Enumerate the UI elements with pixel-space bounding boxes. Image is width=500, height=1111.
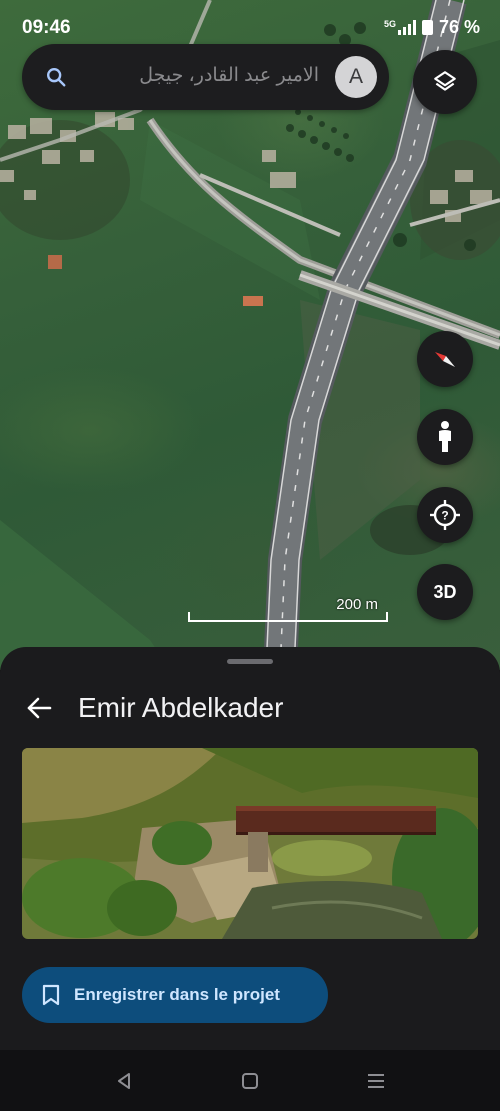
map-scale: 200 m — [188, 596, 388, 626]
search-input[interactable]: الامير عبد القادر، جيجل — [86, 64, 319, 87]
network-label: 5G — [383, 18, 396, 29]
nav-menu-icon — [368, 1074, 384, 1088]
sheet-drag-handle[interactable] — [227, 659, 273, 664]
scale-bar — [188, 612, 388, 622]
3d-toggle-button[interactable]: 3D — [417, 564, 473, 620]
place-sheet: Emir Abdelkader Enregistrer dans le proj… — [0, 647, 500, 1050]
compass-icon — [435, 352, 455, 367]
nav-back-button[interactable] — [110, 1067, 138, 1095]
search-bar[interactable]: الامير عبد القادر، جيجل A — [22, 44, 389, 110]
save-to-project-label: Enregistrer dans le projet — [74, 985, 280, 1004]
my-location-icon: ? — [430, 500, 460, 530]
battery-icon — [421, 20, 433, 35]
compass-button[interactable] — [417, 331, 473, 387]
street-view-button[interactable] — [417, 409, 473, 465]
place-title: Emir Abdelkader — [78, 692, 284, 723]
bookmark-icon — [42, 984, 60, 1006]
status-indicators: 5G 76 % — [384, 17, 480, 38]
signal-icon — [397, 20, 416, 35]
place-photo[interactable] — [22, 748, 478, 939]
layers-button[interactable] — [413, 50, 477, 114]
layers-icon — [434, 71, 456, 91]
bridge-photo-image — [22, 748, 478, 939]
search-icon[interactable] — [45, 66, 67, 88]
nav-home-button[interactable] — [236, 1067, 264, 1095]
scale-label: 200 m — [336, 596, 378, 613]
my-location-button[interactable]: ? — [417, 487, 473, 543]
system-navigation-bar — [0, 1050, 500, 1111]
back-button[interactable] — [22, 691, 56, 725]
nav-home-icon — [242, 1073, 258, 1089]
nav-recents-button[interactable] — [362, 1067, 390, 1095]
status-time: 09:46 — [22, 17, 71, 38]
arrow-back-icon — [27, 697, 52, 719]
svg-text:?: ? — [441, 509, 448, 523]
pegman-icon — [439, 421, 451, 452]
save-to-project-button[interactable]: Enregistrer dans le projet — [22, 967, 328, 1023]
account-avatar[interactable]: A — [335, 56, 377, 98]
nav-back-icon — [118, 1073, 130, 1089]
battery-level: 76 % — [438, 17, 480, 37]
